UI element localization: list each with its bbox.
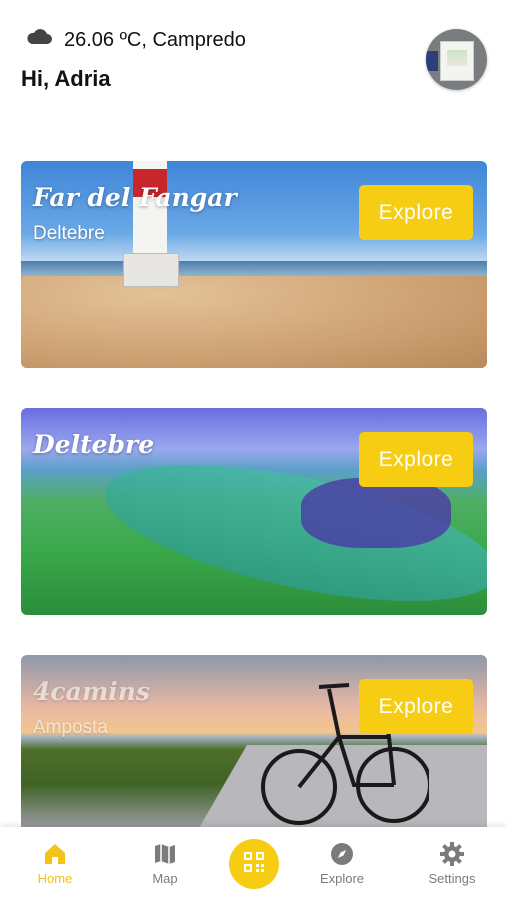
compass-icon: [302, 841, 382, 867]
place-card-4camins[interactable]: 4camins Amposta Explore: [21, 655, 487, 827]
explore-button[interactable]: Explore: [359, 185, 473, 240]
explore-button[interactable]: Explore: [359, 432, 473, 487]
card-title: Far del Fangar: [33, 183, 237, 212]
place-card-deltebre[interactable]: Deltebre Explore: [21, 408, 487, 615]
avatar[interactable]: [426, 29, 487, 90]
nav-explore[interactable]: Explore: [302, 841, 382, 886]
place-card-far-del-fangar[interactable]: Far del Fangar Deltebre Explore: [21, 161, 487, 368]
home-icon: [15, 841, 95, 867]
qr-scan-button[interactable]: [229, 839, 279, 889]
weather-text: 26.06 ºC, Campredo: [64, 29, 246, 51]
explore-button[interactable]: Explore: [359, 679, 473, 734]
nav-label: Explore: [319, 871, 365, 886]
nav-map[interactable]: Map: [125, 841, 205, 886]
greeting: Hi, Adria: [21, 66, 111, 91]
cloud-icon: [24, 26, 54, 55]
card-title: Deltebre: [33, 430, 155, 459]
nav-home[interactable]: Home: [15, 841, 95, 886]
nav-settings[interactable]: Settings: [412, 841, 492, 886]
nav-label: Home: [37, 871, 73, 886]
card-title: 4camins: [33, 677, 151, 706]
nav-label: Settings: [428, 871, 476, 886]
weather-widget: 26.06 ºC, Campredo: [24, 26, 246, 55]
qr-code-icon: [242, 850, 266, 879]
bottom-navigation: Home Map Explore Settings: [0, 827, 507, 900]
nav-label: Map: [152, 871, 178, 886]
card-subtitle: Deltebre: [33, 223, 105, 244]
card-subtitle: Amposta: [33, 717, 108, 738]
map-icon: [125, 841, 205, 867]
gear-icon: [412, 841, 492, 867]
